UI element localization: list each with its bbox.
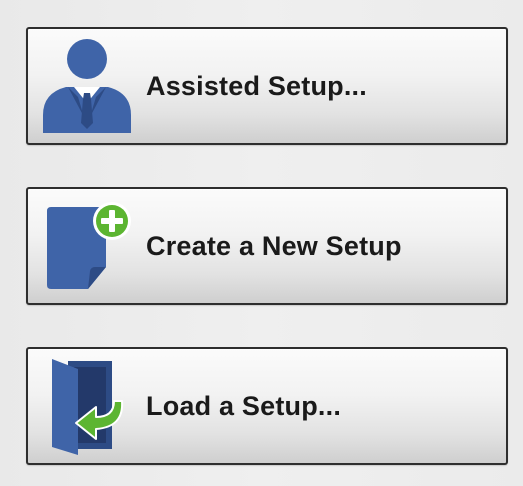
assisted-setup-label: Assisted Setup...	[146, 71, 367, 101]
create-new-setup-label: Create a New Setup	[146, 231, 402, 261]
create-new-setup-button[interactable]: Create a New Setup	[26, 187, 508, 305]
open-door-icon	[38, 357, 138, 457]
load-setup-button[interactable]: Load a Setup...	[26, 347, 508, 465]
assisted-setup-button[interactable]: Assisted Setup...	[26, 27, 508, 145]
user-icon	[38, 37, 138, 137]
new-document-icon	[38, 197, 138, 297]
load-setup-label: Load a Setup...	[146, 391, 342, 421]
setup-options-panel: Assisted Setup... Create a New Setup Loa…	[0, 0, 523, 486]
